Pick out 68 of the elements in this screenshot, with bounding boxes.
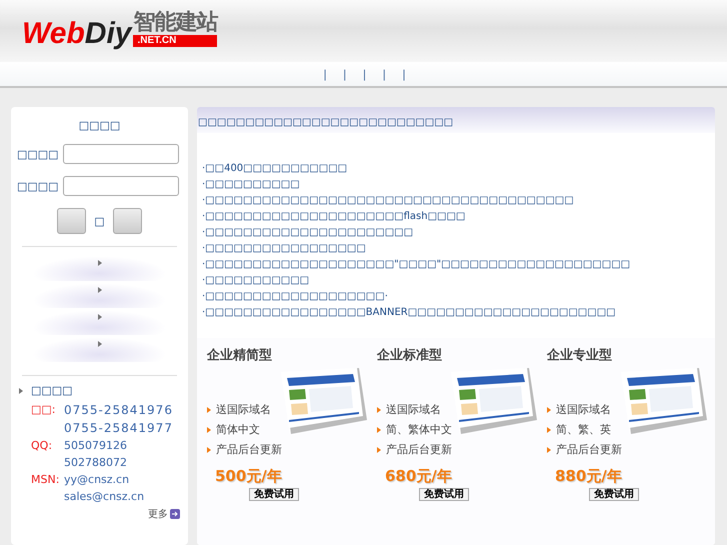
contact-value: 502788072 bbox=[64, 456, 128, 469]
triangle-icon bbox=[19, 388, 23, 394]
feature-line: ·□□400□□□□□□□□□□□ bbox=[202, 163, 348, 174]
triangle-icon bbox=[547, 426, 551, 432]
intro-title: □□□□□□□□□□□□□□□□□□□□□□□□□□□ bbox=[198, 117, 454, 128]
plan-feature: 简、繁体中文 bbox=[386, 422, 452, 437]
feature-line: ·□□□□□□□□□□□□□□□□□□□□"□□□□"□□□□□□□□□□□□□□□□□□□□ bbox=[202, 259, 632, 270]
plan-price: 500元/年 bbox=[215, 467, 283, 486]
plan-feature: 产品后台更新 bbox=[216, 442, 282, 457]
triangle-icon bbox=[377, 426, 381, 432]
contact-label: MSN: bbox=[31, 473, 60, 486]
feature-line: ·□□□□□□□□□□□□□□□□□□□· bbox=[202, 291, 389, 302]
nav-separator: | bbox=[402, 68, 406, 80]
plan-feature: 送国际域名 bbox=[556, 402, 611, 417]
feature-line: ·□□□□□□□□□□□□□□□□□□□□□□ bbox=[202, 227, 414, 238]
contact-value: 505079126 bbox=[64, 439, 128, 452]
plan-feature: 产品后台更新 bbox=[386, 442, 452, 457]
feature-line: ·□□□□□□□□□□□□□□□□□□□□□□□□□□□□□□□□□□□□□□□ bbox=[202, 195, 575, 206]
contact-label: QQ: bbox=[31, 439, 54, 452]
arrow-icon bbox=[170, 509, 180, 519]
triangle-icon bbox=[207, 446, 211, 452]
triangle-icon bbox=[98, 341, 102, 347]
plan-price: 680元/年 bbox=[385, 467, 453, 486]
more-link[interactable]: 更多 bbox=[148, 507, 180, 521]
triangle-icon bbox=[377, 446, 381, 452]
contact-value: yy@cnsz.cn bbox=[64, 473, 130, 486]
plan-feature: 送国际域名 bbox=[216, 402, 271, 417]
field-label: □□□□ bbox=[17, 148, 59, 160]
login-button[interactable] bbox=[57, 208, 86, 234]
contact-value: 0755-25841977 bbox=[64, 421, 173, 435]
triangle-icon bbox=[207, 426, 211, 432]
triangle-icon bbox=[377, 406, 381, 412]
nav-separator: | bbox=[323, 68, 327, 80]
contact-value: 0755-25841976 bbox=[64, 403, 173, 417]
contact-value: sales@cnsz.cn bbox=[64, 490, 146, 503]
triangle-icon bbox=[207, 406, 211, 412]
triangle-icon bbox=[547, 446, 551, 452]
trial-button[interactable]: 免费试用 bbox=[249, 488, 299, 501]
triangle-icon bbox=[98, 260, 102, 266]
triangle-icon bbox=[98, 287, 102, 293]
input-field[interactable] bbox=[62, 144, 179, 164]
nav-separator: | bbox=[362, 68, 366, 80]
trial-button[interactable]: 免费试用 bbox=[589, 488, 639, 501]
nav-separator: | bbox=[382, 68, 386, 80]
feature-line: ·□□□□□□□□□□□□□□□□□BANNER□□□□□□□□□□□□□□□□□□□□□□ bbox=[202, 307, 617, 318]
input-field[interactable] bbox=[62, 176, 179, 196]
contact-label: □□: bbox=[31, 403, 56, 417]
trial-button[interactable]: 免费试用 bbox=[419, 488, 469, 501]
feature-line: ·□□□□□□□□□□□□□□□□□ bbox=[202, 243, 367, 254]
feature-line: ·□□□□□□□□□□ bbox=[202, 179, 301, 190]
login-title: □□□□ bbox=[78, 119, 120, 132]
plan-name: 企业标准型 bbox=[377, 347, 443, 364]
field-label: □□□□ bbox=[17, 180, 59, 192]
feature-line: ·□□□□□□□□□□□□□□□□□□□□□flash□□□□ bbox=[202, 211, 466, 222]
contact-title: □□□□ bbox=[31, 384, 73, 397]
register-button[interactable] bbox=[112, 208, 142, 234]
plan-feature: 产品后台更新 bbox=[556, 442, 622, 457]
feature-line: ·□□□□□□□□□□□ bbox=[202, 275, 310, 286]
button-separator: □ bbox=[94, 214, 105, 228]
plan-name: 企业精简型 bbox=[207, 347, 273, 364]
nav-separator: | bbox=[342, 68, 347, 80]
plan-name: 企业专业型 bbox=[547, 347, 613, 364]
triangle-icon bbox=[98, 314, 102, 320]
plan-price: 880元/年 bbox=[555, 467, 623, 486]
plan-feature: 简、繁、英 bbox=[556, 422, 611, 437]
plan-feature: 简体中文 bbox=[216, 422, 260, 437]
plan-feature: 送国际域名 bbox=[386, 402, 441, 417]
triangle-icon bbox=[547, 406, 551, 412]
